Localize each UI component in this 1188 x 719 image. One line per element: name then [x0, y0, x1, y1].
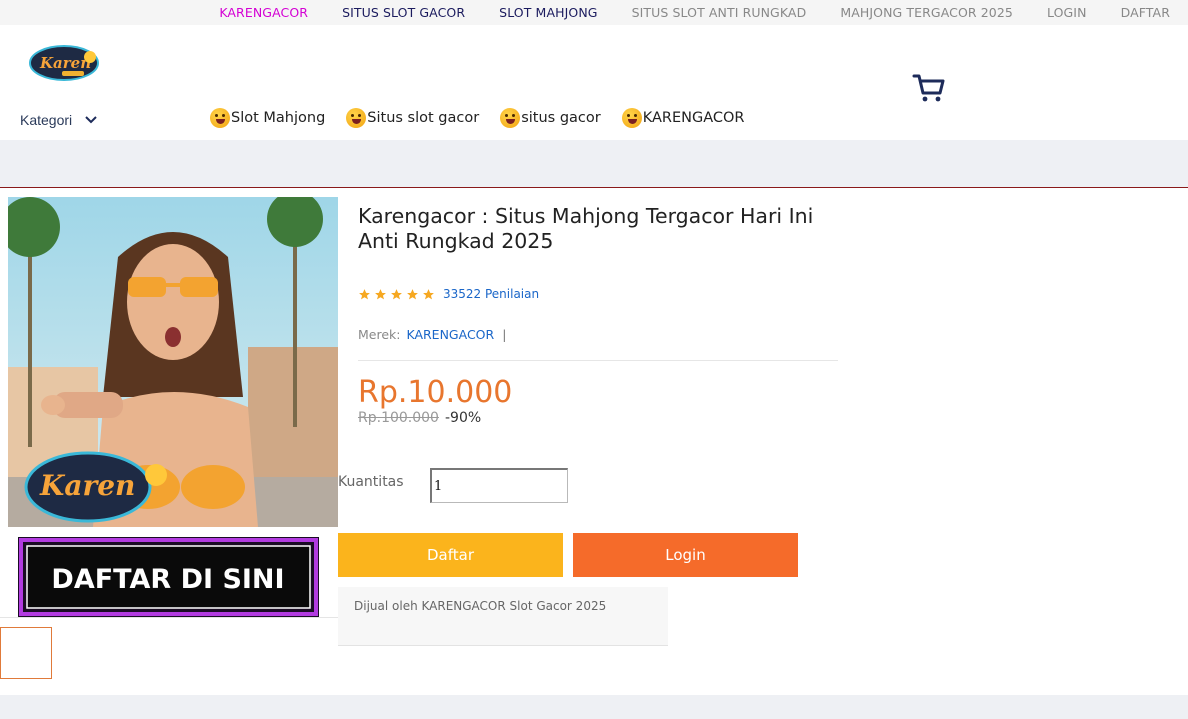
daftar-button[interactable]: Daftar	[338, 533, 563, 577]
topnav-link-situs-slot-gacor[interactable]: SITUS SLOT GACOR	[342, 5, 465, 20]
rating-stars	[358, 288, 435, 301]
topnav-link-daftar[interactable]: DAFTAR	[1121, 5, 1170, 20]
star-icon	[375, 288, 386, 299]
discount-badge: -90%	[445, 410, 482, 426]
seller-info: Dijual oleh KARENGACOR Slot Gacor 2025	[338, 587, 668, 646]
topnav-link-karengacor[interactable]: KARENGACOR	[219, 5, 308, 20]
daftar-banner[interactable]: DAFTAR DI SINI	[18, 537, 319, 617]
topnav-link-slot-mahjong[interactable]: SLOT MAHJONG	[499, 5, 597, 20]
emoji-icon	[500, 108, 521, 128]
cart-icon[interactable]	[912, 73, 946, 103]
category-label: situs gacor	[521, 110, 601, 126]
quantity-label: Kuantitas	[338, 474, 404, 490]
topnav-link-mahjong-tergacor[interactable]: MAHJONG TERGACOR 2025	[840, 5, 1013, 20]
star-icon	[359, 288, 370, 299]
brand-link[interactable]: KARENGACOR	[406, 327, 494, 342]
svg-text:Karen: Karen	[39, 469, 135, 502]
quantity-input[interactable]	[430, 468, 568, 503]
category-item-situs-slot-gacor[interactable]: Situs slot gacor	[346, 108, 479, 128]
product-title: Karengacor : Situs Mahjong Tergacor Hari…	[358, 204, 814, 253]
thumbnail-box[interactable]	[0, 627, 52, 679]
banner-text: DAFTAR DI SINI	[51, 564, 284, 595]
category-label: Situs slot gacor	[367, 110, 480, 126]
category-item-situs-gacor[interactable]: situs gacor	[500, 108, 601, 128]
category-nav: Slot Mahjong Situs slot gacor situs gaco…	[210, 108, 766, 128]
category-item-karengacor[interactable]: KARENGACOR	[621, 108, 745, 128]
topnav-link-login[interactable]: LOGIN	[1047, 5, 1087, 20]
kategori-dropdown[interactable]: Kategori	[20, 112, 98, 128]
divider	[0, 617, 338, 618]
chevron-down-icon	[85, 116, 97, 124]
star-icon	[391, 288, 402, 299]
emoji-icon	[346, 108, 367, 128]
category-label: KARENGACOR	[642, 110, 745, 126]
emoji-icon	[210, 108, 230, 128]
product-rating: 33522 Penilaian	[358, 287, 539, 301]
star-icon	[407, 288, 418, 299]
star-icon	[423, 288, 434, 299]
kategori-label: Kategori	[20, 112, 73, 128]
product-image[interactable]: Karen	[8, 197, 338, 527]
login-button[interactable]: Login	[573, 533, 798, 577]
product-brand: Merek: KARENGACOR |	[358, 327, 506, 342]
divider	[358, 360, 838, 361]
brand-separator: |	[502, 327, 507, 342]
top-navigation-bar: KARENGACOR SITUS SLOT GACOR SLOT MAHJONG…	[0, 0, 1188, 25]
category-label: Slot Mahjong	[231, 110, 326, 126]
emoji-icon	[621, 108, 642, 128]
rating-count[interactable]: 33522 Penilaian	[443, 287, 539, 301]
site-logo[interactable]: Karen	[28, 41, 100, 83]
header-band	[0, 140, 1188, 188]
footer-band	[0, 695, 1188, 719]
current-price: Rp.10.000	[358, 375, 513, 410]
topnav-link-anti-rungkad[interactable]: SITUS SLOT ANTI RUNGKAD	[632, 5, 807, 20]
logo-text: Karen	[39, 54, 91, 72]
brand-label: Merek:	[358, 327, 401, 342]
original-price: Rp.100.000	[358, 410, 439, 426]
category-item-slot-mahjong[interactable]: Slot Mahjong	[210, 108, 325, 128]
